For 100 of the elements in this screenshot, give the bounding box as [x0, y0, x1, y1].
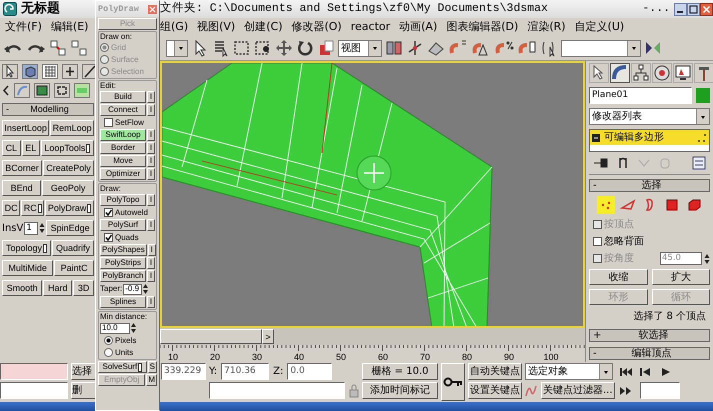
- option-button[interactable]: I: [147, 142, 155, 154]
- option-button[interactable]: I: [147, 194, 155, 206]
- rollout-header[interactable]: + 软选择: [589, 329, 710, 342]
- pivot-icon[interactable]: [385, 39, 403, 57]
- tool-button[interactable]: BCorner: [2, 160, 42, 176]
- option-button[interactable]: I: [147, 296, 155, 308]
- configure-sets-icon[interactable]: [692, 156, 706, 170]
- rollout-header[interactable]: - 选择: [589, 179, 710, 192]
- select-by-name-icon[interactable]: [212, 39, 230, 57]
- book-icon[interactable]: [34, 83, 50, 98]
- tool-button[interactable]: LoopTools: [40, 140, 94, 156]
- tool-button[interactable]: EL: [22, 140, 40, 156]
- tool-button[interactable]: BEnd: [2, 180, 42, 196]
- selection-filter-dropdown[interactable]: [166, 40, 188, 56]
- transform-gizmo-icon[interactable]: [356, 156, 392, 190]
- tool-button[interactable]: Smooth: [2, 280, 42, 296]
- timeline-ruler[interactable]: [160, 345, 585, 352]
- move-icon[interactable]: [275, 39, 293, 57]
- plus-icon[interactable]: [62, 64, 78, 79]
- color-swatch[interactable]: [696, 88, 710, 103]
- time-slider-thumb[interactable]: [160, 329, 262, 344]
- menu-item[interactable]: 图表编辑器(D): [446, 18, 518, 36]
- tool-button[interactable]: 3D: [73, 280, 94, 296]
- tool-button[interactable]: Move: [100, 155, 146, 167]
- display-icon[interactable]: [673, 63, 693, 83]
- show-end-result-icon[interactable]: [617, 156, 629, 170]
- checkbox[interactable]: [104, 118, 113, 127]
- next-frame-button[interactable]: >: [262, 329, 274, 344]
- script-output-field[interactable]: [0, 382, 68, 399]
- maximize-icon[interactable]: [687, 2, 700, 16]
- option-toggle[interactable]: [38, 204, 42, 212]
- tool-button[interactable]: Hard: [43, 280, 72, 296]
- pin-stack-icon[interactable]: [593, 156, 609, 170]
- previous-frame-icon[interactable]: [640, 366, 652, 376]
- checkbox[interactable]: [104, 208, 113, 217]
- option-toggle[interactable]: [86, 144, 90, 152]
- z-coordinate-field[interactable]: 0.0: [287, 363, 332, 380]
- selection-button[interactable]: 扩大: [652, 269, 710, 285]
- option-toggle[interactable]: [138, 362, 142, 372]
- checkbox[interactable]: [104, 233, 113, 242]
- spinner-field[interactable]: -0.9: [123, 284, 142, 294]
- menu-item[interactable]: 渲染(R): [527, 18, 566, 36]
- link-icon[interactable]: [49, 39, 67, 57]
- spinner-field[interactable]: 1: [24, 222, 38, 234]
- tool-button[interactable]: Topology: [2, 240, 52, 256]
- tool-button[interactable]: GeoPoly: [42, 180, 94, 196]
- cube-icon[interactable]: [22, 64, 38, 79]
- bend-icon[interactable]: [610, 63, 630, 83]
- tool-button[interactable]: PolyTopo: [100, 194, 146, 206]
- option-button[interactable]: I: [147, 168, 155, 180]
- hammer-icon[interactable]: [694, 63, 713, 83]
- spinner-arrows-icon[interactable]: [704, 252, 710, 264]
- tool-button[interactable]: Connect: [100, 104, 146, 116]
- motion-icon[interactable]: [652, 63, 672, 83]
- menu-item[interactable]: 自定义(U): [574, 18, 624, 36]
- tool-button[interactable]: RC: [21, 200, 44, 216]
- min-distance-field[interactable]: 10.0: [100, 322, 130, 334]
- key-target-dropdown[interactable]: 选定对象: [525, 363, 613, 380]
- collapse-box-icon[interactable]: [592, 134, 600, 142]
- spinner-arrows-icon[interactable]: [143, 283, 148, 295]
- named-selection-dropdown[interactable]: [561, 40, 641, 56]
- tool-button[interactable]: Build: [100, 91, 146, 103]
- script-listener-field[interactable]: [0, 363, 68, 380]
- tool-button[interactable]: PolyStrips: [100, 257, 146, 269]
- option-button[interactable]: I: [147, 129, 155, 141]
- key-mode-icon[interactable]: [620, 386, 632, 396]
- tool-button[interactable]: Optimizer: [100, 168, 146, 180]
- checkbox[interactable]: [593, 237, 602, 246]
- window-crossing-icon[interactable]: [254, 39, 272, 57]
- set-key-mode-button[interactable]: 设置关键点: [468, 382, 522, 399]
- tool-button[interactable]: CL: [2, 140, 21, 156]
- radio-button[interactable]: [104, 348, 113, 357]
- frame-field[interactable]: [640, 382, 680, 399]
- modifier-stack[interactable]: 可编辑多边形: [589, 129, 710, 152]
- option-button[interactable]: I: [147, 270, 155, 282]
- tool-button[interactable]: Quadrify: [52, 240, 94, 256]
- axis-constraint-icon[interactable]: [406, 39, 424, 57]
- tool-button[interactable]: CreatePoly: [43, 160, 94, 176]
- menu-item[interactable]: 修改器(O): [291, 18, 342, 36]
- add-time-tag-button[interactable]: 添加时间标记: [362, 382, 438, 399]
- hierarchy-icon[interactable]: [631, 63, 651, 83]
- tool-button[interactable]: PolyShapes: [100, 244, 147, 256]
- tool-button[interactable]: SwiftLoop: [100, 129, 146, 141]
- tool-button[interactable]: MultiMide: [2, 260, 54, 276]
- coordinate-dropdown[interactable]: 视图: [338, 40, 382, 56]
- menu-item[interactable]: 文件(F): [5, 18, 42, 36]
- grid-icon[interactable]: [42, 64, 58, 79]
- rectangle-select-icon[interactable]: [233, 39, 251, 57]
- vertex-mode-icon[interactable]: [596, 196, 614, 214]
- auto-key-button[interactable]: 自动关键点: [468, 363, 522, 380]
- tool-button[interactable]: DC: [2, 200, 20, 216]
- option-button[interactable]: I: [147, 219, 155, 231]
- menu-item[interactable]: 动画(A): [399, 18, 438, 36]
- menu-item[interactable]: reactor: [350, 18, 390, 36]
- selection-button[interactable]: 收缩: [589, 269, 648, 285]
- minimize-icon[interactable]: [674, 2, 687, 16]
- unlink-icon[interactable]: [70, 39, 88, 57]
- option-button[interactable]: I: [148, 244, 156, 256]
- scale-icon[interactable]: [317, 39, 335, 57]
- menu-item[interactable]: 编辑(E): [50, 18, 88, 36]
